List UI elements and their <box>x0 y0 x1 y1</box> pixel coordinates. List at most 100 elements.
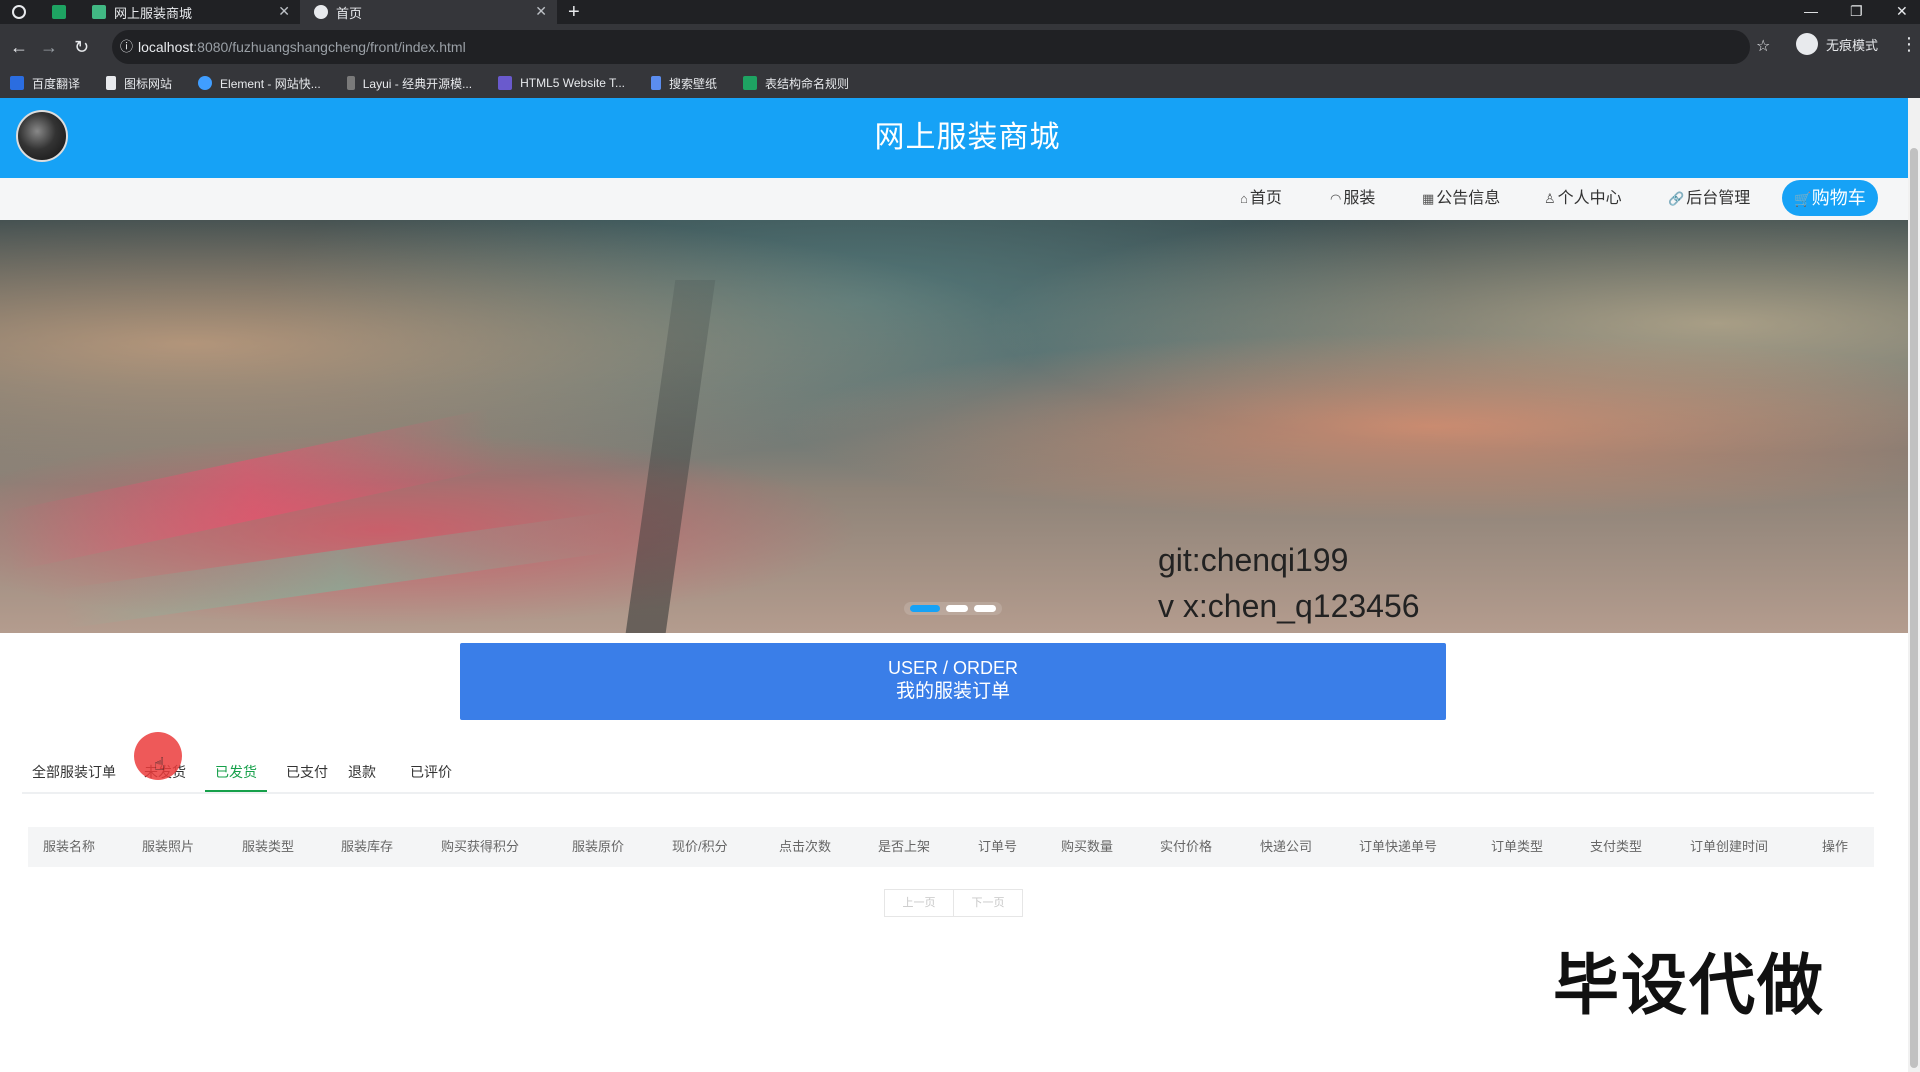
prev-page-button[interactable]: 上一页 <box>884 889 954 917</box>
cart-label: 购物车 <box>1811 188 1866 208</box>
close-tab-icon[interactable]: ✕ <box>535 3 547 20</box>
nav-label: 公告信息 <box>1436 190 1501 207</box>
overlay-text-wechat: v x:chen_q123456 <box>1158 588 1420 624</box>
browser-tab-1[interactable]: 网上服装商城 ✕ <box>72 0 300 24</box>
incognito-icon <box>1796 33 1818 55</box>
url-host: localhost <box>138 39 194 55</box>
carousel-dot[interactable] <box>974 605 996 612</box>
shirt-icon: ◠ <box>1330 191 1342 206</box>
bookmark-item[interactable]: HTML5 Website T... <box>498 76 625 90</box>
browser-menu-icon[interactable]: ⋮ <box>1900 34 1918 55</box>
bookmark-label: Layui - 经典开源模... <box>362 76 473 91</box>
scrollbar-thumb[interactable] <box>1910 148 1918 1068</box>
bookmark-label: 百度翻译 <box>32 76 81 91</box>
vue-icon <box>92 5 106 19</box>
bookmark-item[interactable]: 搜索壁纸 <box>651 75 717 92</box>
order-heading-cn: 我的服装订单 <box>895 681 1010 702</box>
new-tab-button[interactable]: + <box>568 0 580 24</box>
close-tab-icon[interactable]: ✕ <box>278 3 290 20</box>
nav-home[interactable]: ⌂ 首页 <box>1240 178 1282 220</box>
grid-icon: ▦ <box>1422 191 1435 206</box>
back-icon[interactable]: ← <box>10 36 28 58</box>
carousel-indicators <box>904 602 1002 615</box>
browser-tab-title: 首页 <box>336 5 363 21</box>
column-header: 订单类型 <box>1491 839 1544 854</box>
nav-user-center[interactable]: ♙ 个人中心 <box>1544 178 1622 220</box>
order-table-header: 服装名称 服装照片 服装类型 服装库存 购买获得积分 服装原价 现价/积分 点击… <box>28 827 1874 867</box>
nav-announcements[interactable]: ▦ 公告信息 <box>1422 178 1500 220</box>
cart-icon: 🛒 <box>1794 191 1812 207</box>
home-icon: ⌂ <box>1240 191 1248 206</box>
close-window-icon[interactable]: ✕ <box>1896 0 1908 22</box>
nav-label: 服装 <box>1343 190 1376 207</box>
bookmark-label: 图标网站 <box>124 76 173 91</box>
nav-label: 首页 <box>1249 190 1282 207</box>
cart-button[interactable]: 🛒购物车 <box>1782 180 1878 216</box>
restore-icon[interactable]: ❐ <box>1850 0 1863 22</box>
browser-tab-title: 网上服装商城 <box>114 5 193 21</box>
layui-icon <box>346 76 355 90</box>
bookmark-item[interactable]: 表结构命名规则 <box>743 75 849 92</box>
column-header: 服装原价 <box>572 839 625 854</box>
browser-tab-2[interactable]: 首页 ✕ <box>300 0 557 24</box>
bookmark-item[interactable]: Element - 网站快... <box>198 75 321 92</box>
nav-label: 后台管理 <box>1686 190 1751 207</box>
tab-refund[interactable]: 退款 <box>338 754 386 790</box>
column-header: 点击次数 <box>779 839 832 854</box>
column-header: 是否上架 <box>878 839 931 854</box>
column-header: 服装照片 <box>142 839 195 854</box>
column-header: 服装名称 <box>43 839 96 854</box>
column-header: 支付类型 <box>1590 839 1643 854</box>
page-scrollbar[interactable] <box>1908 98 1920 1072</box>
bookmark-item[interactable]: 百度翻译 <box>10 75 80 92</box>
profile-button[interactable]: 无痕模式 <box>1796 33 1878 55</box>
column-header: 实付价格 <box>1160 839 1213 854</box>
forward-icon[interactable]: → <box>40 36 58 58</box>
column-header: 购买数量 <box>1061 839 1114 854</box>
hand-cursor-icon: ☝ <box>154 754 165 774</box>
banner-image-road <box>624 280 716 633</box>
column-header: 订单快递单号 <box>1359 839 1438 854</box>
flag-icon <box>106 76 117 90</box>
bookmark-star-icon[interactable]: ☆ <box>1756 36 1770 56</box>
tab-shipped[interactable]: 已发货 <box>205 754 267 792</box>
pinned-tab-icon[interactable] <box>52 5 66 19</box>
info-icon[interactable]: ⓘ <box>120 30 133 64</box>
bookmark-item[interactable]: 图标网站 <box>106 75 172 92</box>
order-section-header: USER / ORDER 我的服装订单 <box>460 643 1446 720</box>
nav-admin[interactable]: 🔗 后台管理 <box>1668 178 1750 220</box>
globe-icon <box>314 5 328 19</box>
nav-clothing[interactable]: ◠ 服装 <box>1330 178 1375 220</box>
user-icon: ♙ <box>1544 191 1556 206</box>
link-icon: 🔗 <box>1668 191 1685 206</box>
bookmark-label: 表结构命名规则 <box>765 76 850 91</box>
pagination: 上一页 下一页 <box>884 889 1023 917</box>
tab-paid[interactable]: 已支付 <box>276 754 338 790</box>
sheet-icon <box>743 76 758 90</box>
tab-all-orders[interactable]: 全部服装订单 <box>22 754 126 790</box>
reload-icon[interactable]: ↻ <box>74 36 89 58</box>
next-page-button[interactable]: 下一页 <box>954 889 1023 917</box>
url-bar[interactable]: ⓘ localhost:8080/fuzhuangshangcheng/fron… <box>112 30 1750 64</box>
overlay-text-git: git:chenqi199 <box>1158 542 1349 578</box>
html5-icon <box>498 76 513 90</box>
carousel-dot[interactable] <box>910 605 940 612</box>
bookmark-label: 搜索壁纸 <box>669 76 718 91</box>
carousel-dot[interactable] <box>946 605 968 612</box>
column-header: 操作 <box>1822 839 1849 854</box>
tab-reviewed[interactable]: 已评价 <box>400 754 462 790</box>
column-header: 订单号 <box>978 839 1018 854</box>
bookmark-label: HTML5 Website T... <box>520 76 626 90</box>
column-header: 订单创建时间 <box>1690 839 1769 854</box>
column-header: 服装库存 <box>341 839 394 854</box>
column-header: 快递公司 <box>1260 839 1313 854</box>
bookmark-label: Element - 网站快... <box>220 76 321 91</box>
bookmark-item[interactable]: Layui - 经典开源模... <box>346 75 473 92</box>
element-icon <box>198 76 213 90</box>
column-header: 服装类型 <box>242 839 295 854</box>
banner-carousel[interactable] <box>0 220 1908 633</box>
nav-label: 个人中心 <box>1557 190 1622 207</box>
minimize-icon[interactable]: — <box>1804 0 1818 22</box>
browser-app-icon[interactable] <box>12 5 26 19</box>
column-header: 现价/积分 <box>672 839 728 854</box>
